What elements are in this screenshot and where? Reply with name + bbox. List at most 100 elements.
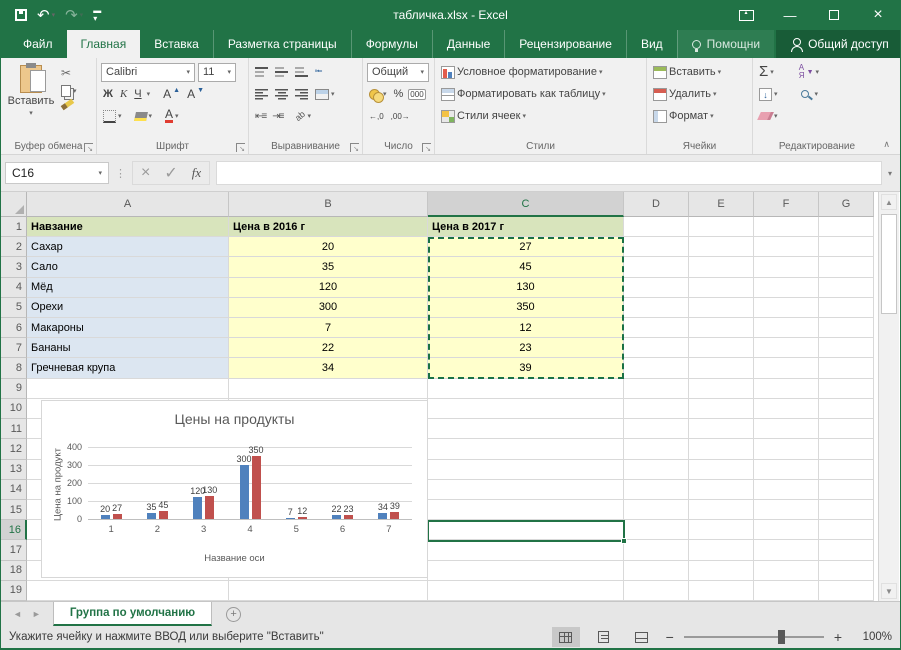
column-header-D[interactable]: D <box>624 192 689 217</box>
cell-G8[interactable] <box>819 358 874 378</box>
ribbon-display-options-button[interactable]: ▴ <box>724 0 768 30</box>
delete-cells-button[interactable]: Удалить▾ <box>651 87 719 102</box>
row-header-4[interactable]: 4 <box>1 278 27 298</box>
paste-button[interactable]: Вставить ▾ <box>5 61 57 135</box>
chart-bar-series1-cat4[interactable] <box>240 465 249 519</box>
column-header-B[interactable]: B <box>229 192 428 217</box>
zoom-out-button[interactable]: − <box>666 629 674 645</box>
undo-button[interactable]: ↶▾ <box>37 8 55 23</box>
cell-A5[interactable]: Орехи <box>27 298 229 318</box>
fill-handle[interactable] <box>621 538 627 544</box>
cell-C19[interactable] <box>428 581 624 601</box>
italic-button[interactable]: К <box>118 87 129 101</box>
row-header-15[interactable]: 15 <box>1 500 27 520</box>
shrink-font-button[interactable]: А▼ <box>185 86 206 102</box>
chart-bar-series1-cat6[interactable] <box>332 515 341 519</box>
cell-B5[interactable]: 300 <box>229 298 428 318</box>
row-header-18[interactable]: 18 <box>1 561 27 581</box>
cell-D5[interactable] <box>624 298 689 318</box>
close-button[interactable]: × <box>856 0 900 30</box>
cell-F15[interactable] <box>754 500 819 520</box>
select-all-corner[interactable] <box>1 192 27 217</box>
name-box[interactable]: C16▾ <box>5 162 109 184</box>
dialog-launcher-icon[interactable]: ↘ <box>422 143 431 152</box>
column-header-E[interactable]: E <box>689 192 754 217</box>
chart-bar-series2-cat7[interactable] <box>390 512 399 519</box>
conditional-formatting-button[interactable]: Условное форматирование▾ <box>439 65 604 80</box>
cell-F3[interactable] <box>754 257 819 277</box>
cell-F11[interactable] <box>754 419 819 439</box>
cell-D8[interactable] <box>624 358 689 378</box>
cell-F16[interactable] <box>754 520 819 540</box>
page-break-view-button[interactable] <box>628 627 656 647</box>
cell-G1[interactable] <box>819 217 874 237</box>
cell-D14[interactable] <box>624 480 689 500</box>
format-painter-button[interactable] <box>59 101 92 108</box>
cell-G6[interactable] <box>819 318 874 338</box>
row-header-3[interactable]: 3 <box>1 257 27 277</box>
cut-button[interactable]: ✂ <box>59 65 92 81</box>
chart-bar-series2-cat3[interactable] <box>205 496 214 519</box>
cell-C3[interactable]: 45 <box>428 257 624 277</box>
align-left-button[interactable] <box>253 88 270 101</box>
font-size-combo[interactable]: 11▾ <box>198 63 236 82</box>
cell-C17[interactable] <box>428 540 624 560</box>
comma-style-button[interactable]: 000 <box>408 89 425 100</box>
chevron-down-icon[interactable]: ▾ <box>147 90 151 98</box>
cell-A3[interactable]: Сало <box>27 257 229 277</box>
row-header-7[interactable]: 7 <box>1 338 27 358</box>
cell-G2[interactable] <box>819 237 874 257</box>
orientation-button[interactable]: ab▾ <box>293 110 313 122</box>
cell-D3[interactable] <box>624 257 689 277</box>
sheet-tab-active[interactable]: Группа по умолчанию <box>53 602 212 626</box>
cell-D4[interactable] <box>624 278 689 298</box>
cell-F5[interactable] <box>754 298 819 318</box>
tab-view[interactable]: Вид <box>626 30 677 58</box>
scroll-up-button[interactable]: ▲ <box>881 194 897 210</box>
cell-C5[interactable]: 350 <box>428 298 624 318</box>
collapse-ribbon-button[interactable]: ∧ <box>883 139 890 150</box>
cell-D2[interactable] <box>624 237 689 257</box>
cell-G17[interactable] <box>819 540 874 560</box>
decrease-indent-button[interactable]: ⇤≡ <box>253 110 267 123</box>
cell-E4[interactable] <box>689 278 754 298</box>
chart-bar-series2-cat2[interactable] <box>159 511 168 519</box>
row-header-10[interactable]: 10 <box>1 399 27 419</box>
row-header-16[interactable]: 16 <box>1 520 27 540</box>
row-header-1[interactable]: 1 <box>1 217 27 237</box>
cell-A4[interactable]: Мёд <box>27 278 229 298</box>
cell-F13[interactable] <box>754 460 819 480</box>
tab-assistant[interactable]: Помощни <box>677 30 774 58</box>
cell-A19[interactable] <box>27 581 229 601</box>
cell-E11[interactable] <box>689 419 754 439</box>
row-header-17[interactable]: 17 <box>1 540 27 560</box>
cell-C9[interactable] <box>428 379 624 399</box>
decrease-decimal-button[interactable]: ,00→ <box>389 111 412 122</box>
page-layout-view-button[interactable] <box>590 627 618 647</box>
cell-B2[interactable]: 20 <box>229 237 428 257</box>
cell-E2[interactable] <box>689 237 754 257</box>
scroll-down-button[interactable]: ▼ <box>881 583 897 599</box>
row-header-2[interactable]: 2 <box>1 237 27 257</box>
tab-review[interactable]: Рецензирование <box>504 30 626 58</box>
cell-A7[interactable]: Бананы <box>27 338 229 358</box>
grow-font-button[interactable]: А▲ <box>161 86 182 102</box>
cell-C11[interactable] <box>428 419 624 439</box>
chart-bar-series2-cat1[interactable] <box>113 514 122 519</box>
cell-E12[interactable] <box>689 439 754 459</box>
cell-D11[interactable] <box>624 419 689 439</box>
cell-A9[interactable] <box>27 379 229 399</box>
cell-E1[interactable] <box>689 217 754 237</box>
dialog-launcher-icon[interactable]: ↘ <box>236 143 245 152</box>
new-sheet-button[interactable]: + <box>226 602 241 626</box>
chart-bar-series1-cat1[interactable] <box>101 515 110 519</box>
redo-button[interactable]: ↷▾ <box>65 8 83 23</box>
cell-G7[interactable] <box>819 338 874 358</box>
save-button[interactable] <box>15 9 27 21</box>
cell-G15[interactable] <box>819 500 874 520</box>
row-header-12[interactable]: 12 <box>1 439 27 459</box>
bold-button[interactable]: Ж <box>101 87 115 101</box>
zoom-slider[interactable] <box>684 636 824 638</box>
cell-C13[interactable] <box>428 460 624 480</box>
row-header-8[interactable]: 8 <box>1 358 27 378</box>
